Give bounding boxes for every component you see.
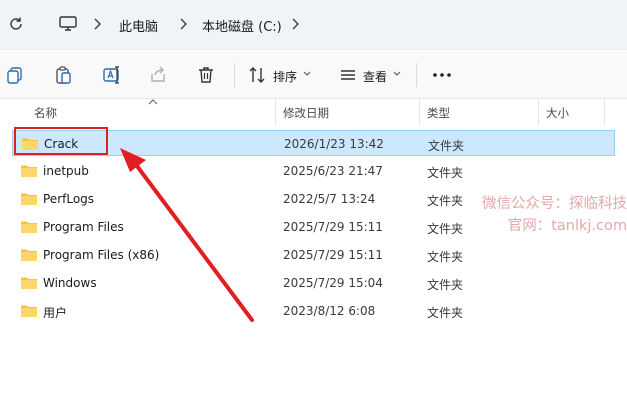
address-bar: 此电脑 本地磁盘 (C:) <box>0 0 627 50</box>
file-modified: 2023/8/12 6:08 <box>283 304 376 318</box>
column-header-type[interactable]: 类型 <box>427 105 450 121</box>
watermark: 微信公众号：探临科技 官网：tanlkj.com <box>464 193 627 237</box>
folder-icon <box>21 305 37 317</box>
column-divider[interactable] <box>419 99 420 125</box>
folder-icon <box>21 277 37 289</box>
file-modified: 2025/7/29 15:04 <box>283 276 383 290</box>
column-header-row: 名称 修改日期 类型 大小 <box>0 99 627 125</box>
sort-button[interactable]: 排序 <box>273 68 297 85</box>
folder-icon <box>21 221 37 233</box>
copy-icon[interactable] <box>5 65 25 85</box>
file-name[interactable]: Windows <box>43 276 97 290</box>
file-name[interactable]: 用户 <box>43 304 67 321</box>
file-modified: 2025/6/23 21:47 <box>283 164 383 178</box>
file-type: 文件夹 <box>427 250 464 264</box>
file-name[interactable]: Crack <box>44 137 78 151</box>
file-type: 文件夹 <box>427 306 464 320</box>
delete-icon[interactable] <box>196 65 216 85</box>
file-type: 文件夹 <box>427 222 464 236</box>
computer-icon[interactable] <box>58 15 78 33</box>
column-divider[interactable] <box>538 99 539 125</box>
chevron-right-icon[interactable] <box>178 17 188 31</box>
file-modified: 2025/7/29 15:11 <box>283 248 383 262</box>
folder-icon <box>22 138 38 150</box>
file-type: 文件夹 <box>428 139 465 153</box>
column-divider[interactable] <box>604 99 605 125</box>
file-modified: 2025/7/29 15:11 <box>283 220 383 234</box>
column-header-name[interactable]: 名称 <box>34 105 57 121</box>
file-type: 文件夹 <box>427 166 464 180</box>
watermark-line-2: 官网：tanlkj.com <box>507 218 627 234</box>
view-icon[interactable] <box>338 65 358 85</box>
view-button[interactable]: 查看 <box>363 68 387 85</box>
table-row[interactable]: Crack 2026/1/23 13:42 文件夹 <box>12 130 615 156</box>
file-modified: 2026/1/23 13:42 <box>284 137 384 151</box>
command-bar: 排序 查看 <box>0 51 627 99</box>
table-row[interactable]: Windows 2025/7/29 15:04 文件夹 <box>12 270 615 296</box>
column-header-modified[interactable]: 修改日期 <box>283 105 329 121</box>
folder-icon <box>21 165 37 177</box>
sort-ascending-icon <box>148 99 158 105</box>
chevron-down-icon[interactable] <box>303 71 311 77</box>
column-header-size[interactable]: 大小 <box>546 105 569 121</box>
file-name[interactable]: Program Files <box>43 220 124 234</box>
folder-icon <box>21 193 37 205</box>
chevron-down-icon[interactable] <box>393 71 401 77</box>
toolbar-divider <box>416 63 417 87</box>
chevron-right-icon[interactable] <box>290 17 300 31</box>
file-name[interactable]: PerfLogs <box>43 192 94 206</box>
file-name[interactable]: Program Files (x86) <box>43 248 159 262</box>
toolbar-divider <box>234 63 235 87</box>
file-modified: 2022/5/7 13:24 <box>283 192 376 206</box>
table-row[interactable]: inetpub 2025/6/23 21:47 文件夹 <box>12 158 615 184</box>
sort-icon[interactable] <box>247 65 267 85</box>
folder-icon <box>21 249 37 261</box>
rename-icon[interactable] <box>102 65 122 85</box>
paste-icon[interactable] <box>53 65 73 85</box>
share-icon[interactable] <box>148 65 168 85</box>
table-row[interactable]: 用户 2023/8/12 6:08 文件夹 <box>12 298 615 324</box>
file-name[interactable]: inetpub <box>43 164 89 178</box>
table-row[interactable]: Program Files (x86) 2025/7/29 15:11 文件夹 <box>12 242 615 268</box>
file-type: 文件夹 <box>427 278 464 292</box>
breadcrumb-local-disk[interactable]: 本地磁盘 (C:) <box>202 16 282 35</box>
column-divider[interactable] <box>275 99 276 125</box>
more-options-icon[interactable] <box>432 72 452 78</box>
watermark-line-1: 微信公众号：探临科技 <box>482 196 627 212</box>
breadcrumb-this-pc[interactable]: 此电脑 <box>119 16 158 35</box>
chevron-right-icon[interactable] <box>92 17 102 31</box>
refresh-icon[interactable] <box>7 15 25 33</box>
file-type: 文件夹 <box>427 194 464 208</box>
